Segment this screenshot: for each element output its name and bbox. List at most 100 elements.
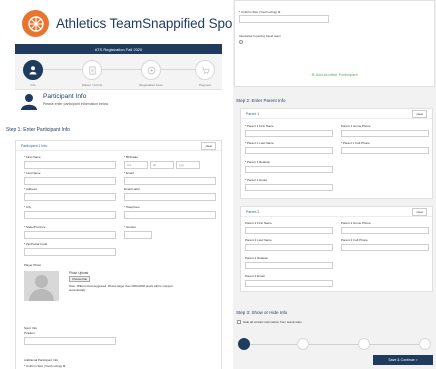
email-label: * Email [124,171,134,175]
parent1-card: Parent 1 clear * Parent 1 First Name Par… [240,108,433,199]
parent2-header: Parent 2 clear [241,207,432,217]
step-payment-icon[interactable] [195,60,215,80]
parent1-last-name-field: * Parent 1 Last Name [245,141,333,154]
parent1-cell-phone-label: * Parent 1 Cell Phone [341,141,370,145]
registration-banner: ATS Registration Fall 2020 [15,44,222,54]
position-label: Position [24,331,35,335]
participant-info-header: Participant Info Please enter participan… [20,93,109,111]
registration-page: Athletics TeamSnappified Sports (ATS) AT… [0,0,436,369]
gender-select[interactable] [124,231,152,239]
telephone-field: * Telephone [124,205,216,219]
birth-day-select[interactable]: dd [150,161,174,169]
city-input[interactable] [24,211,116,219]
parent1-email-label: * Parent 1 Email [245,178,267,182]
step-forms-icon[interactable] [82,60,102,80]
step-info-icon[interactable] [23,60,43,80]
step-label-payment: Payment [199,83,211,87]
last-name-input[interactable] [24,177,116,185]
first-name-label: * First Name [24,155,41,159]
parent2-first-name-input[interactable] [245,227,333,234]
position-field: Position [24,331,116,345]
parent1-relation-input[interactable] [245,166,333,173]
gender-field: * Gender [124,225,152,239]
parent1-first-name-field: * Parent 1 First Name [245,124,333,137]
parent1-cell-phone-input[interactable] [341,147,429,154]
parent1-email-input[interactable] [245,184,333,191]
step1-title: Step 1: Enter Participant Info [6,127,70,133]
parent2-last-name-label: Parent 2 Last Name [245,238,272,242]
telephone-input[interactable] [124,211,216,219]
parent2-first-name-field: Parent 2 First Name [245,221,333,234]
bottom-step-forms-icon[interactable] [297,338,309,350]
parent2-cell-phone-input[interactable] [341,244,429,251]
parent2-card: Parent 2 clear Parent 2 First Name Paren… [240,206,433,292]
travel-team-label: Interested in joining travel team [239,34,281,38]
first-name-field: * First Name [24,155,116,169]
uniform-size-label-left: * Uniform Size (Youth sizing) ⊗ [24,364,66,368]
bottom-step-info-icon[interactable] [238,338,250,350]
right-column: * Uniform Size (Youth sizing) ⊗ Interest… [233,0,436,369]
uniform-size-select[interactable] [239,15,329,23]
parent2-email-input[interactable] [245,280,333,287]
uniform-size-label: * Uniform Size (Youth sizing) ⊗ [239,10,281,14]
save-continue-button[interactable]: Save & Continue > [373,355,433,365]
parent2-relation-label: Parent 2 Relation [245,256,269,260]
stepper-line [35,69,202,70]
parent2-last-name-input[interactable] [245,244,333,251]
parent1-relation-field: * Parent 1 Relation [245,160,333,173]
hide-contact-row[interactable]: Hide all contact information from teamma… [237,320,302,324]
parent2-relation-input[interactable] [245,262,333,269]
parent2-home-phone-input[interactable] [341,227,429,234]
brand-title: Athletics TeamSnappified Sports (ATS) [56,16,233,31]
birthdate-field: * Birthdate mm dd yyyy [124,155,216,169]
travel-team-checkbox[interactable] [239,40,243,44]
parent2-email-field: Parent 2 Email [245,274,333,287]
photo-upload-title: Photo Upload [69,271,89,275]
bottom-step-fees-icon[interactable] [358,338,370,350]
step3-title: Step 3: Show or Hide Info [236,310,288,315]
parent1-first-name-input[interactable] [245,130,333,137]
hide-contact-checkbox[interactable] [237,320,241,324]
photo-note: Note: JPEG format suggested. Photos larg… [69,284,173,292]
clear-participant-button[interactable]: clear [201,141,216,150]
parent2-first-name-label: Parent 2 First Name [245,221,272,225]
additional-info-label: Additional Participant Info [24,358,59,362]
sport-info-label: Sport Info [24,326,38,330]
parent1-last-name-input[interactable] [245,147,333,154]
bottom-step-payment-icon[interactable] [419,338,431,350]
state-field: * State/Province [24,225,116,239]
hide-contact-label: Hide all contact information from teamma… [243,320,302,324]
gender-label: * Gender [124,225,137,229]
birth-year-select[interactable]: yyyy [176,161,200,169]
email-input[interactable] [124,177,216,185]
position-input[interactable] [24,337,116,345]
parent2-home-phone-field: Parent 2 Home Phone [341,221,429,234]
choose-file-button[interactable]: Choose File [69,276,90,282]
step-label-fees: Registration Fees [139,83,163,87]
parent1-home-phone-label: Parent 1 Home Phone [341,124,371,128]
email-label-input[interactable] [124,193,216,201]
step-label-info: Info [30,83,36,87]
parent1-title: Parent 1 [246,111,260,116]
step-fees-icon[interactable] [141,60,161,80]
brand-logo-icon [22,10,49,37]
brand-header: Athletics TeamSnappified Sports (ATS) [22,10,233,37]
parent1-home-phone-input[interactable] [341,130,429,137]
clear-parent1-button[interactable]: clear [412,109,427,118]
address-label: * Address [24,187,37,191]
address-input[interactable] [24,193,116,201]
zip-input[interactable] [24,248,116,256]
city-label: * City [24,205,32,209]
first-name-input[interactable] [24,161,116,169]
step2-title: Step 2: Enter Parent Info [236,98,286,103]
parent1-relation-label: * Parent 1 Relation [245,160,271,164]
email-label-field: Email Label [124,187,216,201]
clear-parent2-button[interactable]: clear [412,207,427,216]
last-name-field: * Last Name [24,171,116,185]
participant-card-title: Participant 1 Info [21,143,48,148]
add-participant-button[interactable]: ⊕ Add Another Participant [235,72,434,77]
parent2-cell-phone-field: Parent 2 Cell Phone [341,238,429,251]
state-select[interactable] [24,231,116,239]
birth-month-select[interactable]: mm [124,161,148,169]
zip-label: * Zip/Postal Code [24,242,48,246]
